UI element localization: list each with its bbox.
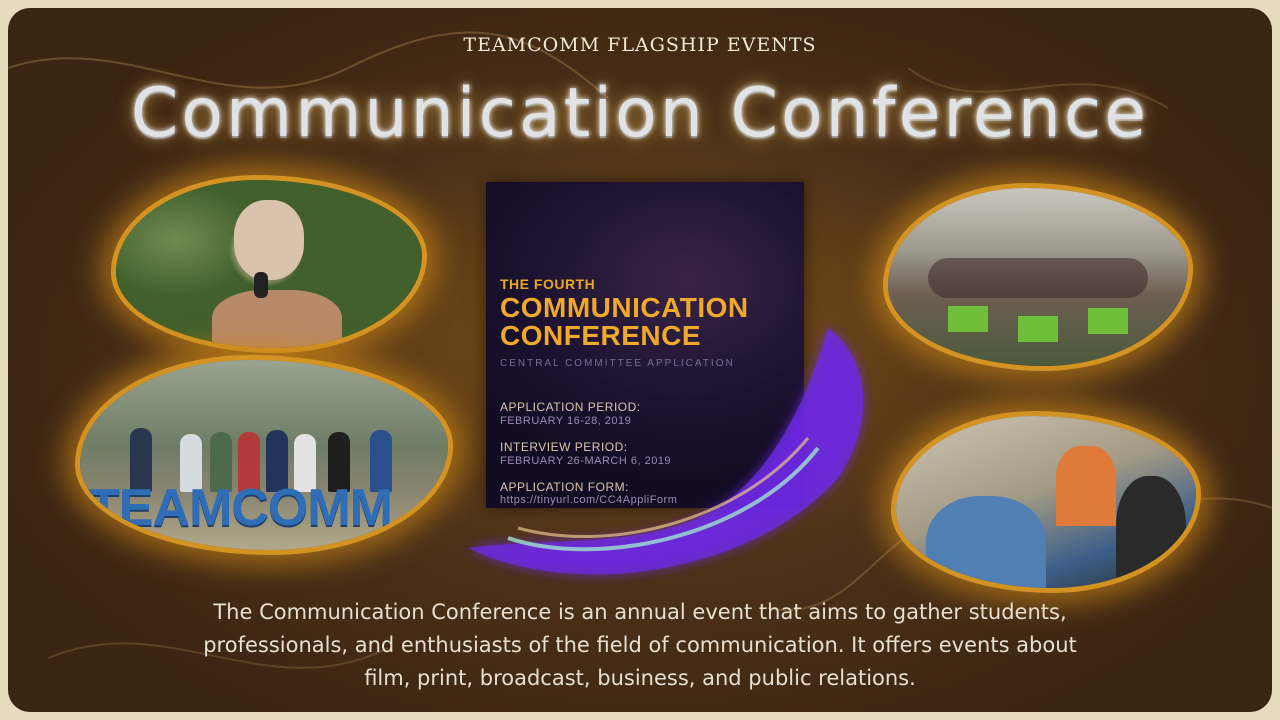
classroom-group-photo <box>888 188 1188 366</box>
speaker-figure <box>1056 446 1116 526</box>
interview-period-label: INTERVIEW PERIOD: <box>500 440 628 454</box>
monitor-screen <box>1088 308 1128 334</box>
slide-canvas: TEAMCOMM FLAGSHIP EVENTS Communication C… <box>8 8 1272 712</box>
speaker-photo <box>116 180 422 348</box>
interview-period-value: FEBRUARY 26-MARCH 6, 2019 <box>500 455 672 467</box>
speaker-shirt <box>212 290 342 348</box>
event-description: The Communication Conference is an annua… <box>203 600 1077 690</box>
monitor-screen <box>1018 316 1058 342</box>
group-of-people <box>928 258 1148 298</box>
poster-kicker: THE FOURTH <box>500 276 596 292</box>
monitor-screen <box>948 306 988 332</box>
application-form-link: https://tinyurl.com/CC4AppliForm <box>500 494 678 506</box>
application-form-label: APPLICATION FORM: <box>500 480 629 494</box>
team-group-photo: TEAMCOMM <box>80 360 448 550</box>
discussion-photo <box>896 416 1196 588</box>
page-title: Communication Conference <box>130 74 1150 153</box>
application-period-value: FEBRUARY 16-28, 2019 <box>500 415 632 427</box>
teamcomm-sign: TEAMCOMM <box>88 479 393 537</box>
conference-poster: THE FOURTH COMMUNICATION CONFERENCE CENT… <box>486 182 804 508</box>
poster-title-line1: COMMUNICATION <box>500 292 749 323</box>
student-figure <box>926 496 1046 588</box>
microphone-icon <box>254 272 268 298</box>
speaker-face <box>234 200 304 280</box>
application-period-label: APPLICATION PERIOD: <box>500 400 641 414</box>
poster-title-line2: CONFERENCE <box>500 320 702 351</box>
poster-subtitle: CENTRAL COMMITTEE APPLICATION <box>500 358 735 369</box>
listener-figure <box>1116 476 1186 586</box>
section-subtitle: TEAMCOMM FLAGSHIP EVENTS <box>463 34 817 56</box>
